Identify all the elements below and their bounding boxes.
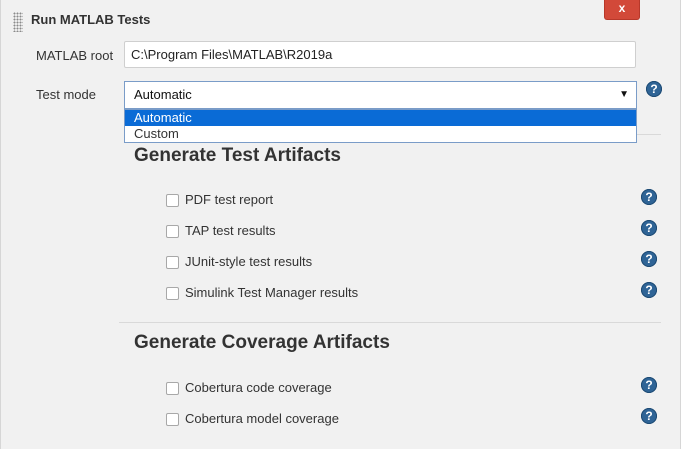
junit-results-checkbox[interactable] bbox=[166, 256, 179, 269]
dropdown-option-custom[interactable]: Custom bbox=[125, 126, 636, 142]
simulink-results-checkbox[interactable] bbox=[166, 287, 179, 300]
cobertura-model-checkbox[interactable] bbox=[166, 413, 179, 426]
help-icon[interactable]: ? bbox=[641, 282, 657, 298]
matlab-root-input[interactable] bbox=[124, 41, 636, 68]
simulink-results-label: Simulink Test Manager results bbox=[185, 285, 359, 300]
run-matlab-tests-panel: Run MATLAB Tests x MATLAB root Test mode… bbox=[0, 0, 681, 449]
test-mode-selected-value: Automatic bbox=[134, 87, 192, 102]
help-icon[interactable]: ? bbox=[646, 81, 662, 97]
help-icon[interactable]: ? bbox=[641, 377, 657, 393]
test-mode-dropdown-list: Automatic Custom bbox=[124, 109, 637, 143]
pdf-report-label: PDF test report bbox=[185, 192, 274, 207]
junit-results-label: JUnit-style test results bbox=[185, 254, 313, 269]
coverage-artifacts-heading: Generate Coverage Artifacts bbox=[134, 332, 390, 353]
tap-results-checkbox[interactable] bbox=[166, 225, 179, 238]
section-divider bbox=[119, 322, 661, 323]
panel-title: Run MATLAB Tests bbox=[31, 12, 151, 27]
help-icon[interactable]: ? bbox=[641, 408, 657, 424]
help-icon[interactable]: ? bbox=[641, 189, 657, 205]
close-button[interactable]: x bbox=[604, 0, 640, 20]
drag-handle-icon[interactable] bbox=[13, 12, 23, 32]
help-icon[interactable]: ? bbox=[641, 220, 657, 236]
tap-results-label: TAP test results bbox=[185, 223, 276, 238]
cobertura-code-label: Cobertura code coverage bbox=[185, 380, 332, 395]
test-mode-label: Test mode bbox=[36, 87, 96, 102]
cobertura-code-checkbox[interactable] bbox=[166, 382, 179, 395]
help-icon[interactable]: ? bbox=[641, 251, 657, 267]
test-mode-select[interactable]: Automatic ▼ bbox=[124, 81, 637, 109]
matlab-root-label: MATLAB root bbox=[36, 48, 114, 63]
cobertura-model-label: Cobertura model coverage bbox=[185, 411, 339, 426]
pdf-report-checkbox[interactable] bbox=[166, 194, 179, 207]
chevron-down-icon: ▼ bbox=[619, 89, 629, 100]
dropdown-option-automatic[interactable]: Automatic bbox=[125, 110, 636, 126]
test-artifacts-heading: Generate Test Artifacts bbox=[134, 145, 341, 166]
